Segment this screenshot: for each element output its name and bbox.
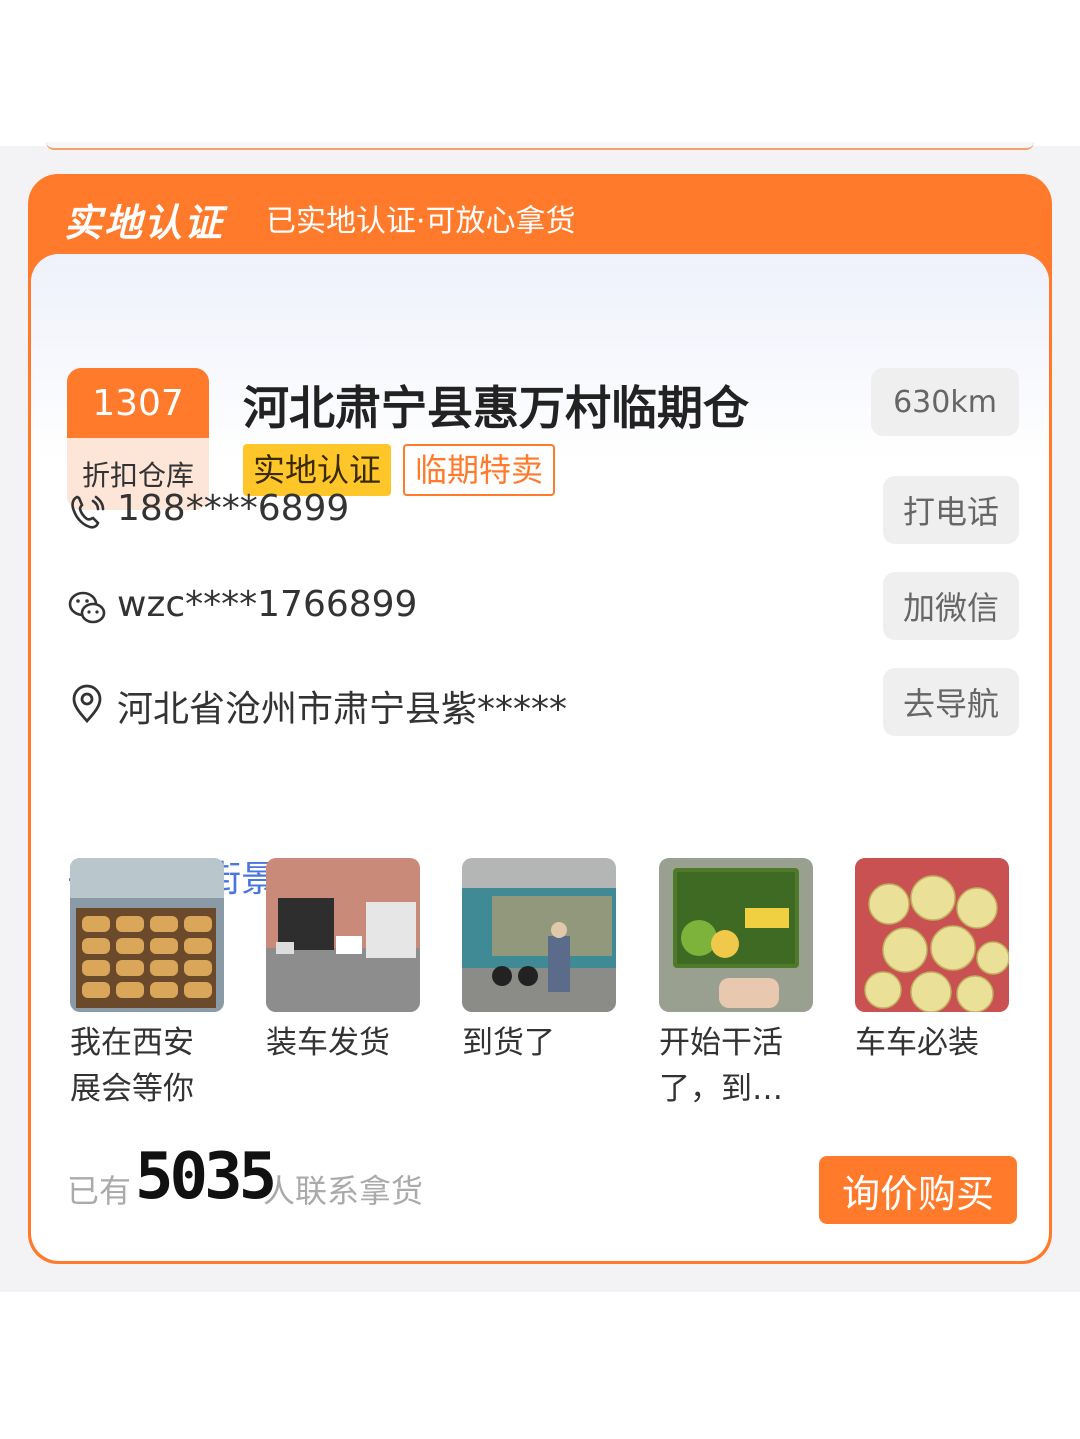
address-row: 河北省沧州市肃宁县紫***** 去导航 xyxy=(67,668,1019,736)
cert-text: 已实地认证·可放心拿货 xyxy=(266,204,576,239)
wechat-icon xyxy=(68,591,106,624)
wechat-row: wzc****1766899 加微信 xyxy=(67,572,1019,640)
thumbnail-start-work[interactable]: 开始干活了，到… xyxy=(659,858,813,1112)
navigate-button[interactable]: 去导航 xyxy=(883,668,1019,736)
thumbnail-must-load[interactable]: 车车必装 xyxy=(855,858,1009,1066)
add-wechat-button[interactable]: 加微信 xyxy=(883,572,1019,640)
thumbnail-caption: 车车必装 xyxy=(855,1025,979,1061)
previous-card-edge xyxy=(46,142,1034,150)
thumbnail-caption: 装车发货 xyxy=(266,1025,390,1061)
thumbnail-expo[interactable]: 我在西安展会等你 xyxy=(70,858,224,1112)
distance-badge: 630km xyxy=(871,368,1019,436)
phone-number: 188****6899 xyxy=(117,488,350,529)
thumbnail-arrival[interactable]: 到货了 xyxy=(462,858,616,1066)
thumbnail-image xyxy=(659,858,813,1012)
thumbnail-caption: 开始干活了，到… xyxy=(659,1025,783,1107)
contact-count-suffix: 人联系拿货 xyxy=(263,1172,424,1210)
cert-badge: 实地认证 xyxy=(64,201,225,245)
call-button[interactable]: 打电话 xyxy=(883,476,1019,544)
thumbnail-image xyxy=(70,858,224,1012)
thumbnail-image xyxy=(855,858,1009,1012)
thumbnail-caption: 我在西安展会等你 xyxy=(70,1025,194,1107)
thumbnail-loading[interactable]: 装车发货 xyxy=(266,858,420,1066)
location-pin-icon xyxy=(72,684,102,724)
phone-row: 188****6899 打电话 xyxy=(67,476,1019,544)
thumbnail-caption: 到货了 xyxy=(462,1025,555,1061)
wechat-id: wzc****1766899 xyxy=(117,584,418,625)
phone-icon xyxy=(71,495,105,529)
inquire-buy-button[interactable]: 询价购买 xyxy=(819,1156,1017,1224)
contact-count-prefix: 已有 xyxy=(67,1172,132,1210)
store-title[interactable]: 河北肃宁县惠万村临期仓 xyxy=(243,372,749,438)
thumbnail-image xyxy=(266,858,420,1012)
store-number: 1307 xyxy=(67,368,209,438)
thumbnail-image xyxy=(462,858,616,1012)
address-text: 河北省沧州市肃宁县紫***** xyxy=(117,689,568,730)
contact-count: 5035 xyxy=(135,1140,277,1214)
store-card[interactable]: 实地认证 已实地认证·可放心拿货 1307 折扣仓库 河北肃宁县惠万村临期仓 实… xyxy=(28,174,1052,1264)
card-body: 1307 折扣仓库 河北肃宁县惠万村临期仓 实地认证 临期特卖 630km 18… xyxy=(31,254,1049,1261)
